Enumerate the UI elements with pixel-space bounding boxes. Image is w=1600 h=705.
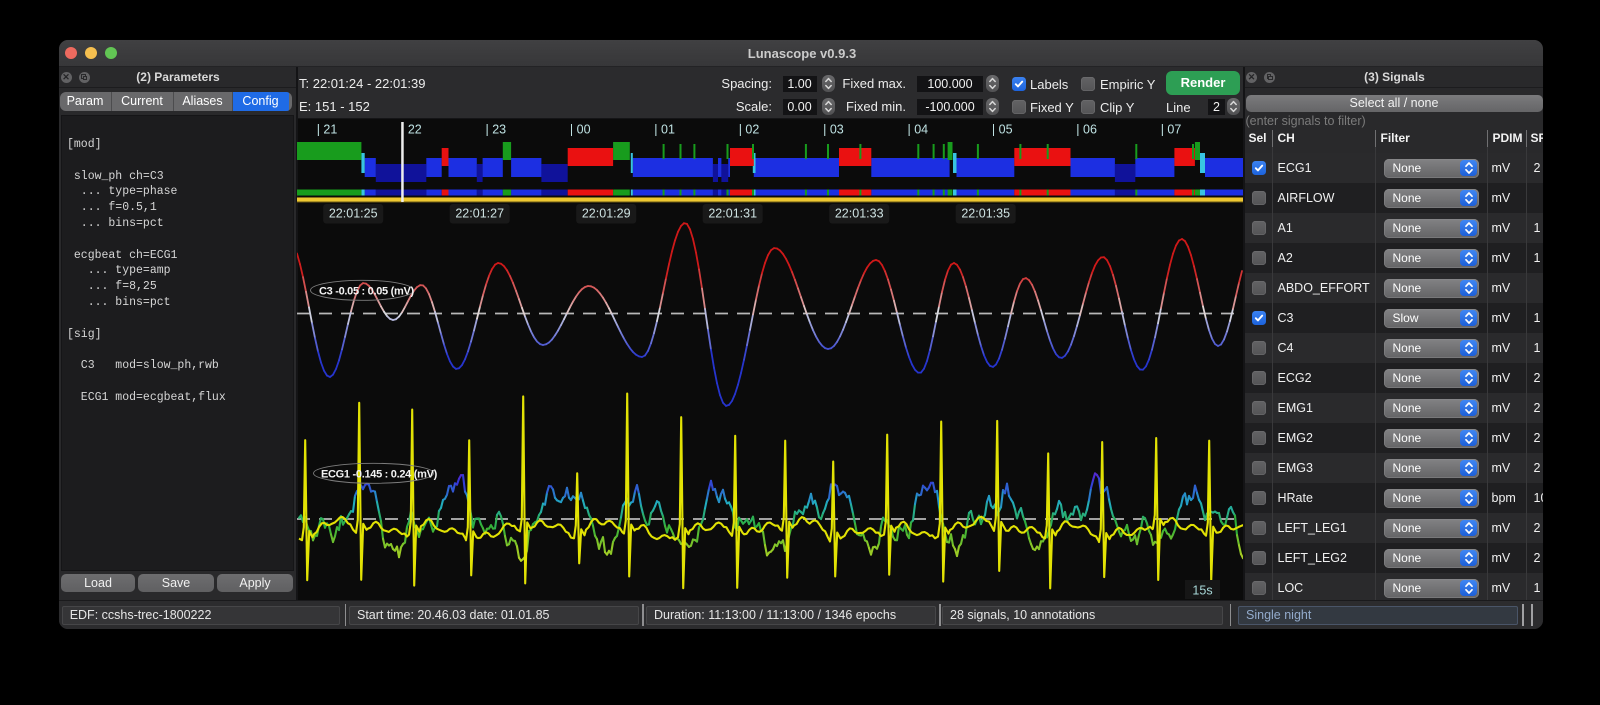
svg-text:| 04: | 04 [908,123,929,137]
svg-text:22:01:27: 22:01:27 [455,207,504,221]
svg-text:22:01:25: 22:01:25 [329,207,378,221]
svg-text:22:01:33: 22:01:33 [835,207,884,221]
svg-text:| 05: | 05 [992,123,1013,137]
svg-text:C3 -0.05 : 0.05 (mV): C3 -0.05 : 0.05 (mV) [319,285,415,297]
svg-text:22:01:29: 22:01:29 [582,207,631,221]
svg-text:22:01:35: 22:01:35 [961,207,1010,221]
svg-text:ECG1 -0.145 : 0.24 (mV): ECG1 -0.145 : 0.24 (mV) [321,468,438,480]
svg-text:| 03: | 03 [823,123,844,137]
svg-text:| 07: | 07 [1161,123,1182,137]
svg-text:| 23: | 23 [486,123,507,137]
svg-text:| 02: | 02 [739,123,760,137]
svg-text:| 21: | 21 [317,123,338,137]
svg-text:| 00: | 00 [570,123,591,137]
svg-text:22:01:31: 22:01:31 [708,207,757,221]
svg-text:15s: 15s [1192,584,1212,598]
svg-text:| 01: | 01 [654,123,675,137]
svg-text:| 22: | 22 [401,123,422,137]
svg-text:| 06: | 06 [1076,123,1097,137]
